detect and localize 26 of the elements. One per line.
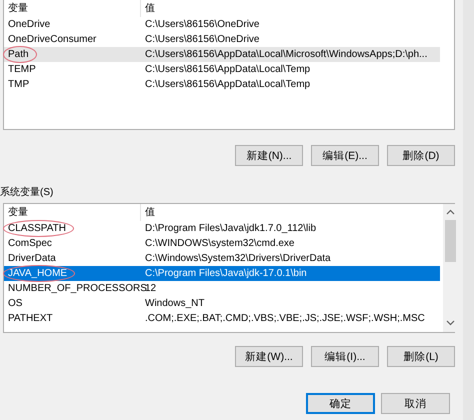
dialog-button[interactable]: 删除(D) (387, 145, 455, 166)
list-row[interactable]: CLASSPATH D:\Program Files\Java\jdk1.7.0_112\lib (4, 221, 440, 236)
list-row[interactable]: JAVA_HOME C:\Program Files\Java\jdk-17.0.1\bin (4, 266, 440, 281)
list-row[interactable]: Path C:\Users\86156\AppData\Local\Microsoft\WindowsApps;D:\ph... (4, 47, 440, 62)
list-row[interactable]: OneDriveConsumer C:\Users\86156\OneDrive (4, 32, 440, 47)
dialog-button[interactable]: 新建(N)... (235, 145, 303, 166)
list-row[interactable]: TMP C:\Users\86156\AppData\Local\Temp (4, 77, 440, 92)
dialog-button[interactable]: 删除(L) (387, 346, 455, 367)
list-row[interactable]: NUMBER_OF_PROCESSORS12 (4, 281, 440, 296)
scrollbar[interactable] (443, 204, 458, 332)
column-header[interactable]: 值 (141, 204, 155, 221)
dialog-button[interactable]: 编辑(E)... (311, 145, 379, 166)
dialog-button[interactable]: 新建(W)... (235, 346, 303, 367)
list-row[interactable]: OneDrive C:\Users\86156\OneDrive (4, 17, 440, 32)
dialog-button[interactable]: 取消 (381, 393, 450, 414)
column-header[interactable]: 变量 (4, 204, 141, 221)
group-label: 系统变量(S) (0, 186, 54, 200)
list-row[interactable]: DriverData C:\Windows\System32\Drivers\DriverData (4, 251, 440, 266)
list-row[interactable]: TEMP C:\Users\86156\AppData\Local\Temp (4, 62, 440, 77)
dialog-button[interactable]: 确定 (306, 393, 375, 414)
dialog-button[interactable]: 编辑(I)... (311, 346, 379, 367)
list-row[interactable]: OS Windows_NT (4, 296, 440, 311)
list-row[interactable]: ComSpec C:\WINDOWS\system32\cmd.exe (4, 236, 440, 251)
column-header[interactable]: 值 (141, 0, 155, 17)
list-row[interactable]: PATHEXT .COM;.EXE;.BAT;.CMD;.VBS;.VBE;.JS;.JSE;.WSF;.WSH;.MSC (4, 311, 440, 326)
column-header[interactable]: 变量 (4, 0, 141, 17)
